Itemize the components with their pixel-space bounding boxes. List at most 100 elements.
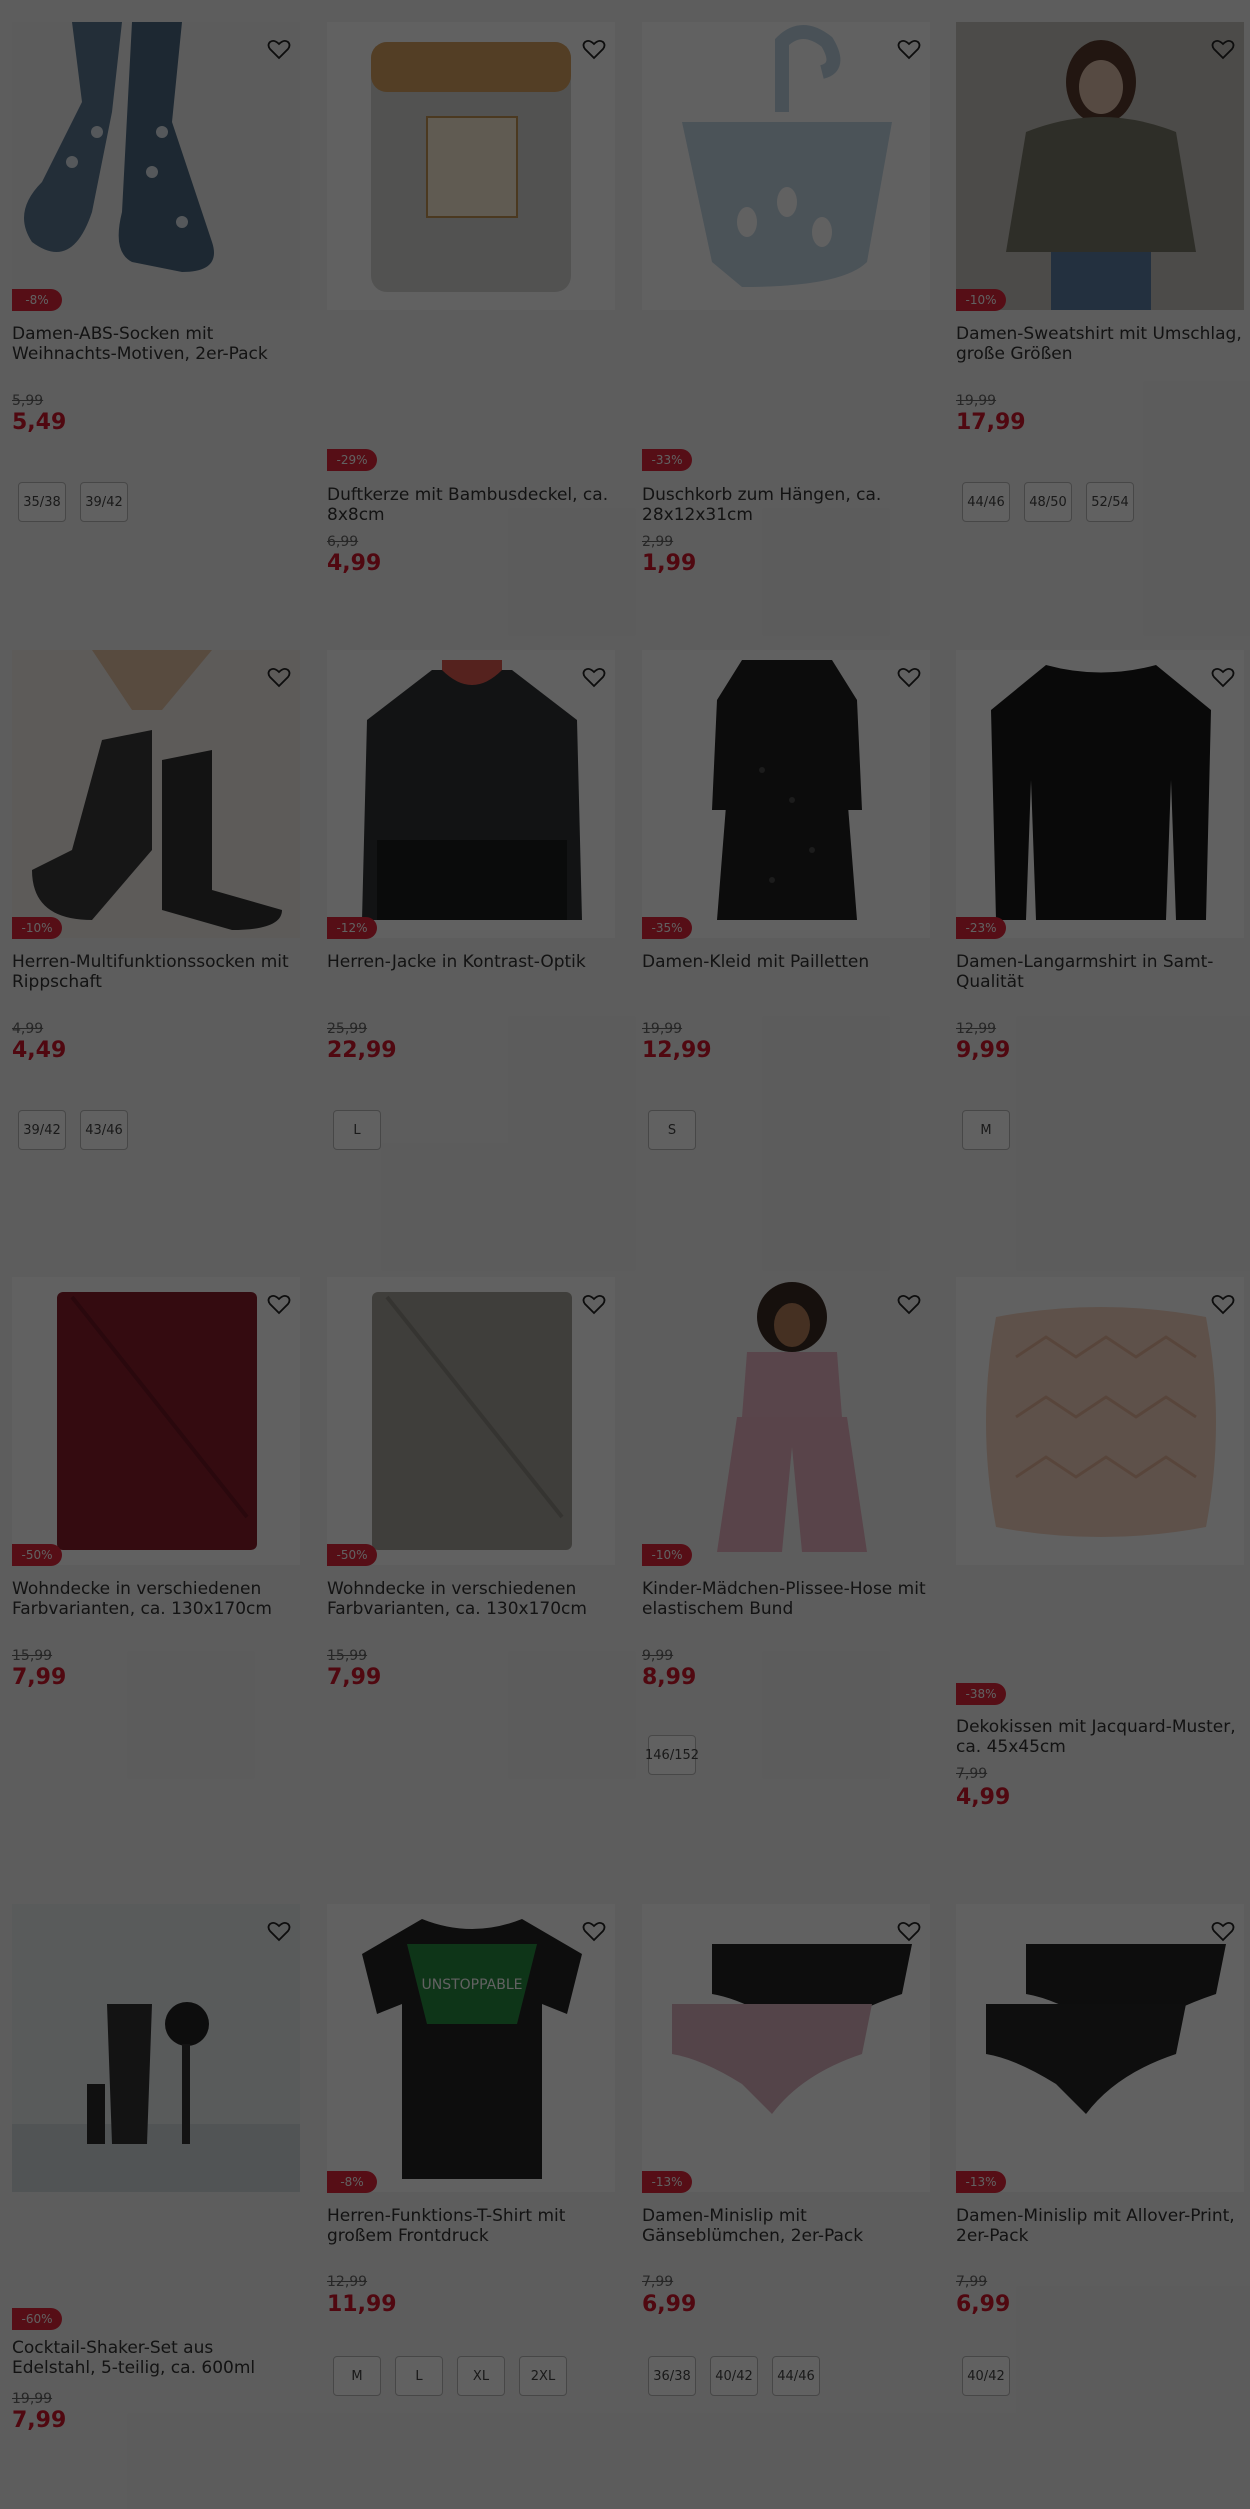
size-button[interactable]: 43/46	[80, 1110, 128, 1150]
size-button[interactable]: S	[648, 1110, 696, 1150]
heart-outline-icon[interactable]	[894, 34, 924, 64]
red-blanket-image[interactable]	[12, 1277, 300, 1565]
product-title: Wohndecke in verschiedenen Farbvarianten…	[327, 1579, 587, 1619]
cushion-image[interactable]	[956, 1277, 1244, 1565]
size-button[interactable]: 40/42	[710, 2356, 758, 2396]
product-title: Herren-Jacke in Kontrast-Optik	[327, 952, 586, 972]
current-price: 17,99	[956, 410, 1026, 435]
heart-outline-icon[interactable]	[894, 1916, 924, 1946]
discount-badge: -13%	[956, 2171, 1006, 2193]
heart-outline-icon[interactable]	[1208, 34, 1238, 64]
heart-outline-icon[interactable]	[579, 1289, 609, 1319]
old-price: 19,99	[642, 1021, 683, 1037]
size-button[interactable]: 40/42	[962, 2356, 1010, 2396]
discount-badge: -13%	[642, 2171, 692, 2193]
discount-badge: -12%	[327, 917, 377, 939]
discount-badge: -10%	[956, 289, 1006, 311]
current-price: 11,99	[327, 2292, 397, 2317]
dress-image[interactable]	[642, 650, 930, 938]
discount-badge: -29%	[327, 449, 377, 471]
tshirt-image[interactable]: UNSTOPPABLE	[327, 1904, 615, 2192]
grey-blanket-image[interactable]	[327, 1277, 615, 1565]
heart-outline-icon[interactable]	[579, 662, 609, 692]
heart-outline-icon[interactable]	[579, 1916, 609, 1946]
jacket-image[interactable]	[327, 650, 615, 938]
current-price: 9,99	[956, 1038, 1011, 1063]
product-title: Damen-Kleid mit Pailletten	[642, 952, 870, 972]
current-price: 5,49	[12, 410, 67, 435]
candle-image[interactable]	[327, 22, 615, 310]
product-title: Herren-Multifunktionssocken mit Rippscha…	[12, 952, 289, 992]
size-button[interactable]: 36/38	[648, 2356, 696, 2396]
mens-socks-image[interactable]	[12, 650, 300, 938]
current-price: 22,99	[327, 1038, 397, 1063]
current-price: 8,99	[642, 1665, 697, 1690]
product-title: Damen-ABS-Socken mit Weihnachts-Motiven,…	[12, 324, 268, 364]
heart-outline-icon[interactable]	[264, 1916, 294, 1946]
size-options: S	[642, 1110, 696, 1150]
size-button[interactable]: M	[962, 1110, 1010, 1150]
size-options: 35/38 39/42	[12, 482, 128, 522]
size-button[interactable]: 2XL	[519, 2356, 567, 2396]
size-button[interactable]: 39/42	[18, 1110, 66, 1150]
discount-badge: -33%	[642, 449, 692, 471]
current-price: 6,99	[642, 2292, 697, 2317]
size-options: 40/42	[956, 2356, 1010, 2396]
size-options: 146/152	[642, 1735, 699, 1775]
socks-star-image[interactable]	[12, 22, 300, 310]
size-options: 44/46 48/50 52/54	[956, 482, 1134, 522]
heart-outline-icon[interactable]	[264, 1289, 294, 1319]
current-price: 7,99	[327, 1665, 382, 1690]
size-button[interactable]: M	[333, 2356, 381, 2396]
briefs-print-image[interactable]	[956, 1904, 1244, 2192]
cocktail-set-image[interactable]	[12, 1904, 300, 2192]
current-price: 4,99	[327, 551, 382, 576]
size-button[interactable]: XL	[457, 2356, 505, 2396]
discount-badge: -10%	[642, 1544, 692, 1566]
girl-pants-image[interactable]	[642, 1277, 930, 1565]
heart-outline-icon[interactable]	[1208, 662, 1238, 692]
size-button[interactable]: L	[395, 2356, 443, 2396]
discount-badge: -23%	[956, 917, 1006, 939]
sweatshirt-image[interactable]	[956, 22, 1244, 310]
heart-outline-icon[interactable]	[894, 662, 924, 692]
heart-outline-icon[interactable]	[264, 662, 294, 692]
size-button[interactable]: L	[333, 1110, 381, 1150]
old-price: 15,99	[327, 1648, 368, 1664]
discount-badge: -50%	[327, 1544, 377, 1566]
current-price: 4,49	[12, 1038, 67, 1063]
current-price: 1,99	[642, 551, 697, 576]
current-price: 7,99	[12, 1665, 67, 1690]
current-price: 6,99	[956, 2292, 1011, 2317]
old-price: 9,99	[642, 1648, 674, 1664]
current-price: 7,99	[12, 2408, 67, 2433]
discount-badge: -8%	[12, 289, 62, 311]
size-button[interactable]: 44/46	[772, 2356, 820, 2396]
heart-outline-icon[interactable]	[1208, 1289, 1238, 1319]
size-button[interactable]: 39/42	[80, 482, 128, 522]
heart-outline-icon[interactable]	[579, 34, 609, 64]
size-button[interactable]: 44/46	[962, 482, 1010, 522]
old-price: 6,99	[327, 534, 359, 550]
size-button[interactable]: 48/50	[1024, 482, 1072, 522]
heart-outline-icon[interactable]	[264, 34, 294, 64]
discount-badge: -50%	[12, 1544, 62, 1566]
velvet-shirt-image[interactable]	[956, 650, 1244, 938]
product-title: Damen-Langarmshirt in Samt-Qualität	[956, 952, 1214, 992]
heart-outline-icon[interactable]	[1208, 1916, 1238, 1946]
heart-outline-icon[interactable]	[894, 1289, 924, 1319]
discount-badge: -35%	[642, 917, 692, 939]
size-button[interactable]: 146/152	[645, 1735, 699, 1775]
product-title: Kinder-Mädchen-Plissee-Hose mit elastisc…	[642, 1579, 926, 1619]
shower-basket-image[interactable]	[642, 22, 930, 310]
old-price: 2,99	[642, 534, 674, 550]
briefs-daisy-image[interactable]	[642, 1904, 930, 2192]
size-options: 39/42 43/46	[12, 1110, 128, 1150]
old-price: 12,99	[956, 1021, 997, 1037]
size-options: L	[327, 1110, 381, 1150]
product-title: Herren-Funktions-T-Shirt mit großem Fron…	[327, 2206, 566, 2246]
current-price: 12,99	[642, 1038, 712, 1063]
size-button[interactable]: 52/54	[1086, 482, 1134, 522]
old-price: 5,99	[12, 393, 44, 409]
size-button[interactable]: 35/38	[18, 482, 66, 522]
